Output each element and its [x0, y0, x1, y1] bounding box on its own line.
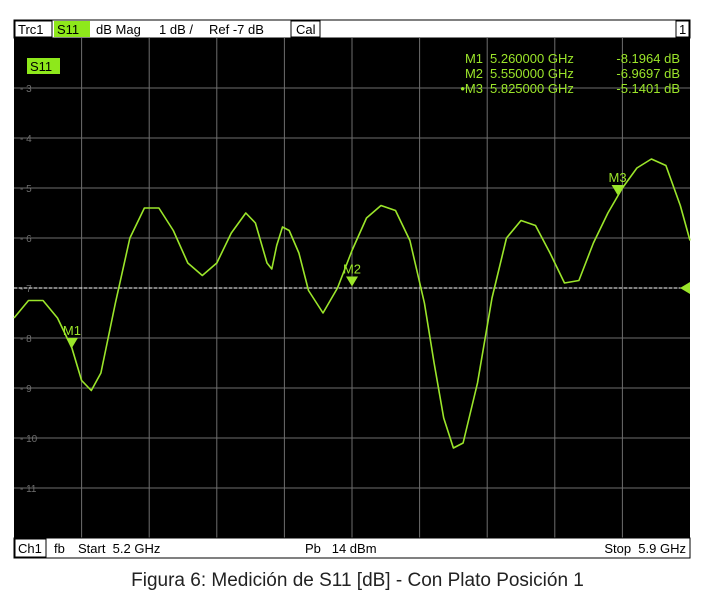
y-tick-label: - 6: [20, 234, 32, 245]
marker-m2-label: M2: [343, 261, 361, 276]
header-bar: Trc1 S11 dB Mag 1 dB / Ref -7 dB Cal 1: [13, 19, 691, 39]
y-tick-label: - 7: [20, 284, 32, 295]
readout-frequency: 5.260000 GHz: [490, 51, 574, 66]
y-tick-label: - 5: [20, 184, 32, 195]
marker-readout: M1 5.260000 GHz -8.1964 dB M2 5.550000 GHz -6…: [460, 51, 680, 96]
y-tick-label: - 10: [20, 434, 38, 445]
y-tick-label: - 11: [20, 484, 37, 495]
marker-m3-label: M3: [609, 170, 627, 185]
marker-m1-label: M1: [63, 323, 81, 338]
ref-label: Ref -7 dB: [209, 22, 264, 37]
start-frequency: Start 5.2 GHz: [78, 541, 160, 556]
y-tick-label: - 3: [20, 84, 32, 95]
y-tick-label: - 4: [20, 134, 32, 145]
readout-name: M1: [465, 51, 483, 66]
trace-badge: S11: [30, 59, 52, 74]
vna-screen: Trc1 S11 dB Mag 1 dB / Ref -7 dB Cal 1 -…: [13, 19, 691, 559]
readout-name: •M3: [460, 81, 483, 96]
readout-name: M2: [465, 66, 483, 81]
y-tick-label: - 8: [20, 334, 32, 345]
channel-label: Ch1: [18, 541, 42, 556]
channel-number: 1: [679, 22, 686, 37]
readout-value: -6.9697 dB: [616, 66, 680, 81]
cal-label: Cal: [296, 22, 316, 37]
scale-label: 1 dB /: [159, 22, 193, 37]
param-label: S11: [57, 22, 79, 37]
fb-label: fb: [54, 541, 65, 556]
readout-value: -8.1964 dB: [616, 51, 680, 66]
readout-frequency: 5.825000 GHz: [490, 81, 574, 96]
stop-frequency: Stop 5.9 GHz: [604, 541, 686, 556]
readout-value: -5.1401 dB: [616, 81, 680, 96]
format-label: dB Mag: [96, 22, 141, 37]
trace-label: Trc1: [18, 22, 44, 37]
y-tick-label: - 9: [20, 384, 32, 395]
readout-frequency: 5.550000 GHz: [490, 66, 574, 81]
footer-bar: Ch1 fb Start 5.2 GHz Pb 14 dBm Stop 5.9 …: [13, 537, 691, 559]
figure-caption: Figura 6: Medición de S11 [dB] - Con Pla…: [131, 570, 584, 591]
source-power: Pb 14 dBm: [305, 541, 377, 556]
